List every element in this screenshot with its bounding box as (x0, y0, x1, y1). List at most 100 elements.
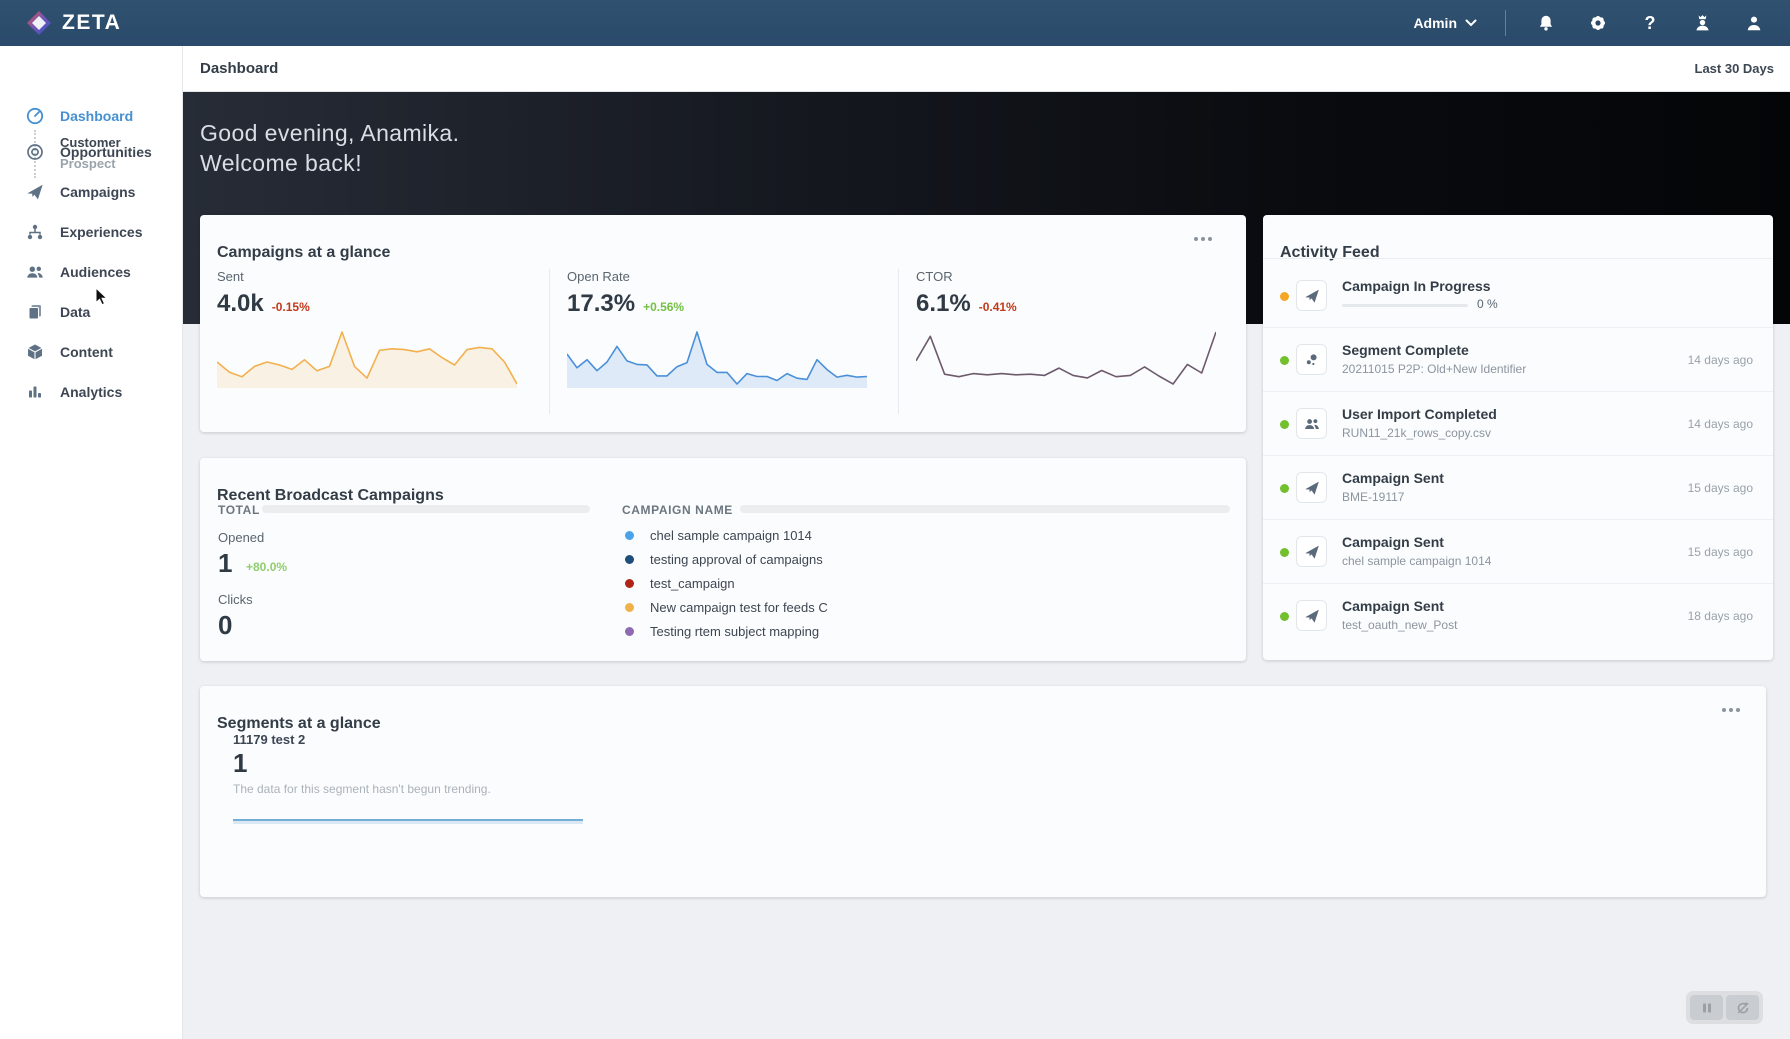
stat-label: Open Rate (567, 269, 630, 284)
sidebar-item-label: Opportunities (60, 144, 152, 160)
pause-icon (1702, 1003, 1711, 1012)
sidebar-item-campaigns[interactable]: Campaigns (0, 178, 183, 206)
stat-value: 6.1% (916, 290, 971, 317)
profile-button[interactable] (1742, 11, 1766, 35)
sidebar-item-label: Experiences (60, 224, 143, 240)
activity-title: Segment Complete (1342, 342, 1469, 358)
card-menu-button[interactable] (1718, 704, 1744, 716)
gear-icon (1590, 15, 1606, 31)
sidebar-item-analytics[interactable]: Analytics (0, 378, 183, 406)
segments-at-a-glance-card: Segments at a glance 11179 test 2 1 The … (200, 686, 1766, 897)
campaign-name: test_campaign (650, 576, 735, 591)
zeta-logo-icon (27, 11, 51, 35)
clicks-label: Clicks (218, 592, 253, 607)
activity-title: User Import Completed (1342, 406, 1497, 422)
paper-plane-icon (1296, 280, 1327, 311)
activity-timestamp: 15 days ago (1687, 545, 1753, 559)
sidebar-item-label: Dashboard (60, 108, 134, 124)
activity-item[interactable]: User Import Completed RUN11_21k_rows_cop… (1263, 392, 1773, 456)
activity-subtitle: RUN11_21k_rows_copy.csv (1342, 426, 1491, 440)
activity-item[interactable]: Campaign Sent BME-19117 15 days ago (1263, 456, 1773, 520)
people-icon (1296, 408, 1327, 439)
activity-subtitle: BME-19117 (1342, 490, 1405, 504)
greeting-line-1: Good evening, Anamika. (200, 120, 460, 146)
notifications-button[interactable] (1534, 11, 1558, 35)
card-menu-button[interactable] (1190, 233, 1216, 245)
stat-value: 4.0k (217, 290, 264, 317)
page-title: Dashboard (200, 60, 279, 77)
page-header-bar: Dashboard Last 30 Days (183, 46, 1790, 92)
profile-icon (1747, 16, 1761, 31)
recent-broadcast-campaigns-card: Recent Broadcast Campaigns TOTAL CAMPAIG… (200, 458, 1246, 661)
ctor-sparkline-chart (916, 331, 1216, 385)
campaign-legend-item[interactable]: New campaign test for feeds C (625, 600, 828, 615)
card-title: Campaigns at a glance (217, 244, 391, 262)
legend-dot (625, 627, 634, 636)
campaign-legend-item[interactable]: testing approval of campaigns (625, 552, 823, 567)
opened-delta: +80.0% (246, 560, 288, 574)
admin-menu-label: Admin (1413, 15, 1457, 31)
segment-name: 11179 test 2 (233, 732, 306, 747)
sitemap-icon (26, 223, 44, 241)
zeta-dashboard-app: { "navbar": { "brand": "ZETA", "admin_la… (0, 0, 1790, 1039)
campaign-legend-item[interactable]: test_campaign (625, 576, 735, 591)
sidebar: Dashboard Customer Prospect Opportunitie… (0, 46, 183, 1039)
impersonate-user-button[interactable] (1690, 11, 1714, 35)
date-range-selector[interactable]: Last 30 Days (1695, 61, 1775, 76)
status-dot (1280, 484, 1289, 493)
segment-note: The data for this segment hasn't begun t… (233, 782, 491, 796)
sidebar-item-dashboard[interactable]: Dashboard (0, 102, 183, 130)
admin-menu[interactable]: Admin (1413, 15, 1477, 31)
stat-delta: -0.41% (978, 300, 1017, 314)
activity-item[interactable]: Campaign In Progress 0 % (1263, 264, 1773, 328)
settings-button[interactable] (1586, 11, 1610, 35)
campaign-name: chel sample campaign 1014 (650, 528, 812, 543)
activity-item[interactable]: Campaign Sent test_oauth_new_Post 18 day… (1263, 584, 1773, 648)
documents-icon (26, 303, 44, 321)
campaign-legend-item[interactable]: chel sample campaign 1014 (625, 528, 812, 543)
sent-sparkline-chart (217, 331, 517, 388)
sidebar-item-label: Analytics (60, 384, 123, 400)
auto-refresh-off-button[interactable] (1726, 995, 1759, 1020)
bell-icon (1539, 15, 1553, 31)
paper-plane-icon (26, 183, 44, 201)
header-bar (262, 505, 590, 513)
segment-dots-icon (1296, 344, 1327, 375)
divider (1263, 258, 1773, 259)
help-button[interactable]: ? (1638, 11, 1662, 35)
sidebar-item-content[interactable]: Content (0, 338, 183, 366)
dots-menu-icon (1722, 708, 1726, 712)
navbar-divider (1505, 10, 1506, 36)
pause-button[interactable] (1690, 995, 1723, 1020)
sidebar-item-opportunities[interactable]: Opportunities (0, 138, 183, 166)
activity-item[interactable]: Campaign Sent chel sample campaign 1014 … (1263, 520, 1773, 584)
dots-menu-icon (1194, 237, 1198, 241)
total-column-header: TOTAL (218, 503, 260, 517)
activity-item[interactable]: Segment Complete 20211015 P2P: Old+New I… (1263, 328, 1773, 392)
status-dot (1280, 292, 1289, 301)
greeting-text: Good evening, Anamika. Welcome back! (200, 118, 459, 178)
sidebar-item-label: Content (60, 344, 113, 360)
stat-delta: -0.15% (271, 300, 310, 314)
status-dot (1280, 548, 1289, 557)
paper-plane-icon (1296, 472, 1327, 503)
target-icon (26, 143, 44, 161)
status-dot (1280, 356, 1289, 365)
campaign-legend-item[interactable]: Testing rtem subject mapping (625, 624, 819, 639)
sidebar-item-experiences[interactable]: Experiences (0, 218, 183, 246)
brand: ZETA (0, 10, 121, 36)
sidebar-item-audiences[interactable]: Audiences (0, 258, 183, 286)
activity-feed-card: Activity Feed Campaign In Progress 0 % S… (1263, 215, 1773, 660)
activity-subtitle: chel sample campaign 1014 (1342, 554, 1492, 568)
status-dot (1280, 612, 1289, 621)
open-rate-sparkline-chart (567, 331, 867, 388)
campaign-name-column-header: CAMPAIGN NAME (622, 503, 733, 517)
stat-label: Sent (217, 269, 244, 284)
paper-plane-icon (1296, 600, 1327, 631)
campaign-name: New campaign test for feeds C (650, 600, 828, 615)
activity-title: Campaign Sent (1342, 470, 1444, 486)
legend-dot (625, 579, 634, 588)
sidebar-item-data[interactable]: Data (0, 298, 183, 326)
clicks-value: 0 (218, 610, 233, 640)
activity-timestamp: 15 days ago (1687, 481, 1753, 495)
